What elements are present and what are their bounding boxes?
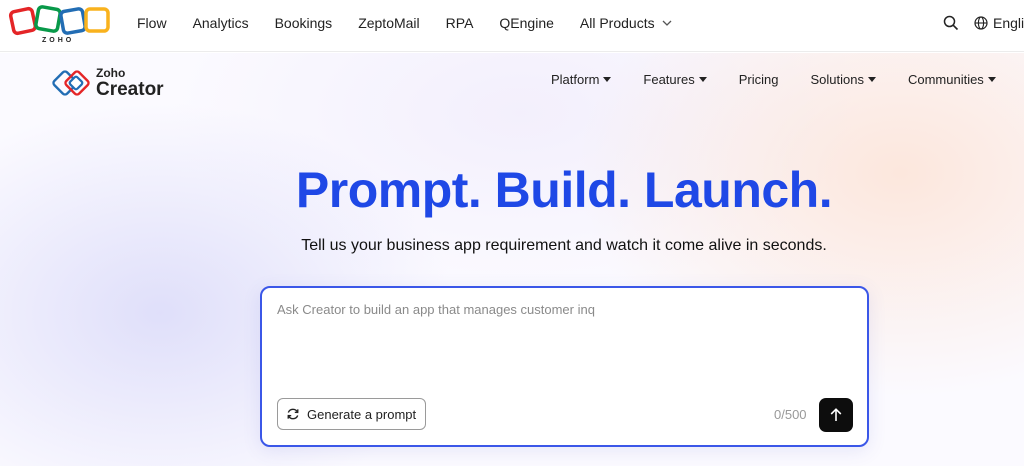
- globe-icon: [974, 16, 988, 30]
- creator-nav: Platform Features Pricing Solutions Comm…: [551, 72, 1024, 87]
- language-selector[interactable]: English: [974, 15, 1024, 31]
- send-prompt-button[interactable]: [819, 398, 853, 432]
- language-label: English: [993, 15, 1024, 31]
- arrow-up-icon: [830, 408, 842, 421]
- generate-prompt-button[interactable]: Generate a prompt: [277, 398, 427, 430]
- hero-section: Zoho Creator Platform Features Pricing S…: [0, 53, 1024, 466]
- zoho-creator-logo[interactable]: Zoho Creator: [52, 65, 164, 101]
- nav-pricing-label: Pricing: [738, 72, 779, 87]
- zoho-top-bar: ZOHO Flow Analytics Bookings ZeptoMail R…: [0, 0, 1024, 52]
- hero-subtext: Tell us your business app requirement an…: [301, 237, 827, 254]
- top-nav-zeptomail[interactable]: ZeptoMail: [358, 15, 419, 31]
- zoho-logo[interactable]: ZOHO: [8, 4, 112, 46]
- top-nav-bookings[interactable]: Bookings: [275, 15, 333, 31]
- top-nav-rpa[interactable]: RPA: [446, 15, 474, 31]
- top-right-tools: English: [943, 0, 1024, 46]
- chevron-down-icon: [662, 20, 672, 26]
- top-nav-analytics[interactable]: Analytics: [193, 15, 249, 31]
- search-icon[interactable]: [943, 15, 959, 31]
- zoho-logo-text: ZOHO: [42, 37, 75, 44]
- caret-down-icon: [987, 77, 996, 82]
- nav-communities-label: Communities: [907, 72, 984, 87]
- top-nav-all-products[interactable]: All Products: [580, 15, 672, 31]
- caret-down-icon: [698, 77, 707, 82]
- top-nav-flow[interactable]: Flow: [137, 15, 167, 31]
- all-products-label: All Products: [579, 15, 655, 31]
- creator-logo-zoho: Zoho: [96, 66, 126, 80]
- hero-headline: Prompt. Build. Launch.: [295, 162, 833, 218]
- generate-prompt-label: Generate a prompt: [307, 406, 417, 422]
- nav-pricing[interactable]: Pricing: [739, 72, 779, 87]
- caret-down-icon: [603, 77, 612, 82]
- prompt-box: Generate a prompt 0/500: [260, 286, 869, 447]
- caret-down-icon: [867, 77, 876, 82]
- character-counter: 0/500: [774, 407, 807, 422]
- creator-logo-icon: [52, 70, 90, 96]
- creator-logo-name: Creator: [96, 79, 164, 100]
- nav-features[interactable]: Features: [643, 72, 707, 87]
- refresh-icon: [287, 408, 299, 420]
- nav-features-label: Features: [643, 72, 695, 87]
- nav-communities[interactable]: Communities: [908, 72, 996, 87]
- prompt-input[interactable]: [277, 302, 852, 392]
- nav-platform[interactable]: Platform: [551, 72, 612, 87]
- top-product-nav: Flow Analytics Bookings ZeptoMail RPA QE…: [124, 0, 685, 46]
- nav-solutions[interactable]: Solutions: [810, 72, 876, 87]
- nav-platform-label: Platform: [551, 72, 600, 87]
- nav-solutions-label: Solutions: [810, 72, 864, 87]
- top-nav-qengine[interactable]: QEngine: [499, 15, 553, 31]
